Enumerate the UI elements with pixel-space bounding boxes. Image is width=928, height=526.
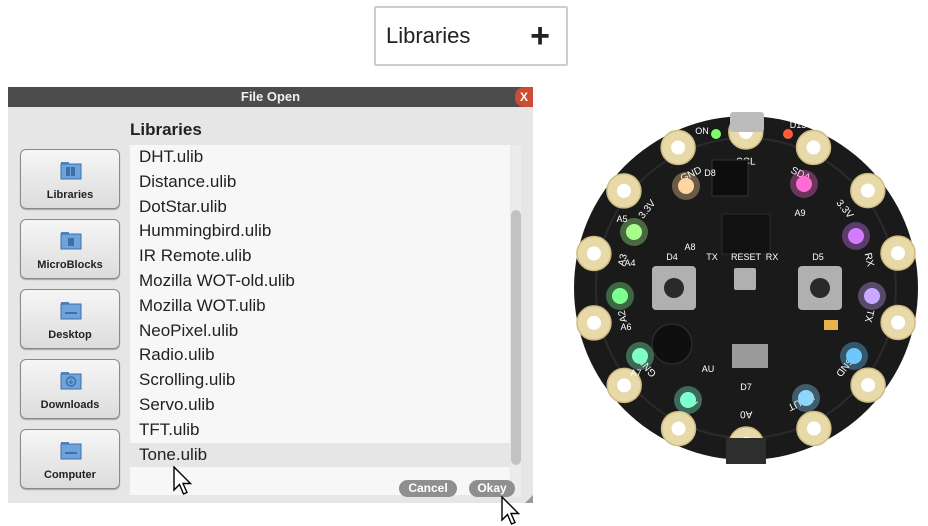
button-b-cap bbox=[810, 278, 830, 298]
location-computer-button[interactable]: Computer bbox=[20, 429, 120, 489]
board-silk-label: A8 bbox=[684, 242, 695, 252]
board-silk-label: RX bbox=[766, 252, 779, 262]
file-list-scrollbar[interactable] bbox=[511, 145, 521, 497]
accelerometer-chip bbox=[721, 213, 771, 255]
mouse-pointer-icon bbox=[501, 496, 521, 525]
board-pad-hole bbox=[586, 246, 601, 261]
board-silk-label: A9 bbox=[794, 208, 805, 218]
okay-button[interactable]: Okay bbox=[469, 480, 515, 497]
board-silk-label: A4 bbox=[624, 258, 635, 268]
board-silk-label: D5 bbox=[812, 252, 824, 262]
light-sensor bbox=[824, 320, 838, 330]
board-silk-label: D8 bbox=[704, 168, 716, 178]
file-list[interactable]: DHT.ulib Distance.ulib DotStar.ulib Humm… bbox=[130, 145, 510, 495]
file-list-item[interactable]: Hummingbird.ulib bbox=[130, 219, 510, 244]
board-pad-hole bbox=[806, 140, 821, 155]
microblocks-folder-icon bbox=[60, 232, 82, 250]
computer-folder-icon bbox=[60, 442, 82, 460]
libraries-button[interactable]: Libraries + bbox=[374, 6, 568, 66]
board-pad-hole bbox=[861, 378, 876, 393]
file-list-item[interactable]: Mozilla WOT-old.ulib bbox=[130, 269, 510, 294]
board-pad-hole bbox=[891, 246, 905, 261]
speaker bbox=[651, 323, 693, 365]
board-silk-label: D13 bbox=[790, 120, 807, 130]
file-open-dialog: File Open X Libraries MicroBlocks Deskto… bbox=[8, 87, 533, 503]
neopixel-led bbox=[848, 228, 864, 244]
neopixel-led bbox=[678, 178, 694, 194]
red-led bbox=[783, 129, 793, 139]
file-list-item[interactable]: NeoPixel.ulib bbox=[130, 319, 510, 344]
usb-connector bbox=[730, 112, 764, 132]
slide-switch bbox=[732, 344, 768, 368]
location-label: MicroBlocks bbox=[37, 259, 103, 271]
board-pad-hole bbox=[587, 315, 601, 330]
board-pad-hole bbox=[617, 378, 632, 393]
libraries-button-label: Libraries bbox=[386, 23, 471, 48]
location-downloads-button[interactable]: Downloads bbox=[20, 359, 120, 419]
board-silk-label: RESET bbox=[731, 252, 762, 262]
plus-icon: + bbox=[530, 17, 550, 55]
file-list-item[interactable]: DotStar.ulib bbox=[130, 195, 510, 220]
scrollbar-thumb[interactable] bbox=[511, 210, 521, 465]
board-pad-label: A0 bbox=[740, 408, 753, 419]
board-pad-hole bbox=[616, 183, 631, 198]
neopixel-led bbox=[632, 348, 648, 364]
board-pad-hole bbox=[671, 140, 686, 155]
reset-button bbox=[734, 268, 756, 290]
microcontroller-chip bbox=[711, 159, 749, 197]
close-icon[interactable]: X bbox=[515, 87, 533, 107]
file-list-item[interactable]: DHT.ulib bbox=[130, 145, 510, 170]
neopixel-led bbox=[626, 224, 642, 240]
downloads-folder-icon bbox=[60, 372, 82, 390]
board-silk-label: ON bbox=[695, 126, 709, 136]
cancel-button[interactable]: Cancel bbox=[399, 480, 457, 497]
dialog-titlebar[interactable]: File Open X bbox=[8, 87, 533, 107]
location-label: Libraries bbox=[46, 189, 94, 201]
board-silk-label: A7 bbox=[630, 368, 641, 378]
file-list-item[interactable]: Distance.ulib bbox=[130, 170, 510, 195]
neopixel-led bbox=[798, 390, 814, 406]
location-label: Downloads bbox=[40, 399, 100, 411]
board-silk-label: TX bbox=[706, 252, 718, 262]
file-list-item[interactable]: Tone.ulib bbox=[130, 442, 510, 468]
board-silk-label: AU bbox=[702, 364, 715, 374]
board-silk-label: A5 bbox=[616, 214, 627, 224]
neopixel-led bbox=[796, 176, 812, 192]
mouse-pointer-icon bbox=[173, 466, 193, 495]
file-list-item[interactable]: Servo.ulib bbox=[130, 393, 510, 418]
board-silk-label: D4 bbox=[666, 252, 678, 262]
board-silk-label: A6 bbox=[620, 322, 631, 332]
libraries-folder-icon bbox=[60, 162, 82, 180]
location-desktop-button[interactable]: Desktop bbox=[20, 289, 120, 349]
location-label: Desktop bbox=[48, 329, 92, 341]
power-led bbox=[711, 129, 721, 139]
battery-connector bbox=[726, 438, 766, 464]
neopixel-led bbox=[846, 348, 862, 364]
board-pad-hole bbox=[671, 421, 686, 436]
location-microblocks-button[interactable]: MicroBlocks bbox=[20, 219, 120, 279]
file-list-item[interactable]: Radio.ulib bbox=[130, 343, 510, 368]
circuit-playground-board: GNDSCLSDA3.3VRXTXGNDVOUTA0A1GNDA2A33.3VD… bbox=[574, 112, 918, 464]
neopixel-led bbox=[864, 288, 880, 304]
file-list-item[interactable]: TFT.ulib bbox=[130, 418, 510, 443]
file-list-item[interactable]: Scrolling.ulib bbox=[130, 368, 510, 393]
board-pad-hole bbox=[806, 421, 821, 436]
board-pad-hole bbox=[860, 183, 875, 198]
board-pad-hole bbox=[891, 315, 906, 330]
location-label: Computer bbox=[44, 469, 96, 481]
neopixel-led bbox=[680, 392, 696, 408]
button-a-cap bbox=[664, 278, 684, 298]
desktop-folder-icon bbox=[60, 302, 82, 320]
location-libraries-button[interactable]: Libraries bbox=[20, 149, 120, 209]
dialog-title: File Open bbox=[240, 89, 301, 104]
file-list-item[interactable]: Mozilla WOT.ulib bbox=[130, 294, 510, 319]
neopixel-led bbox=[612, 288, 628, 304]
board-silk-label: D7 bbox=[740, 382, 752, 392]
folder-title: Libraries bbox=[130, 120, 202, 139]
file-list-item[interactable]: IR Remote.ulib bbox=[130, 244, 510, 269]
resize-handle[interactable] bbox=[525, 495, 533, 503]
